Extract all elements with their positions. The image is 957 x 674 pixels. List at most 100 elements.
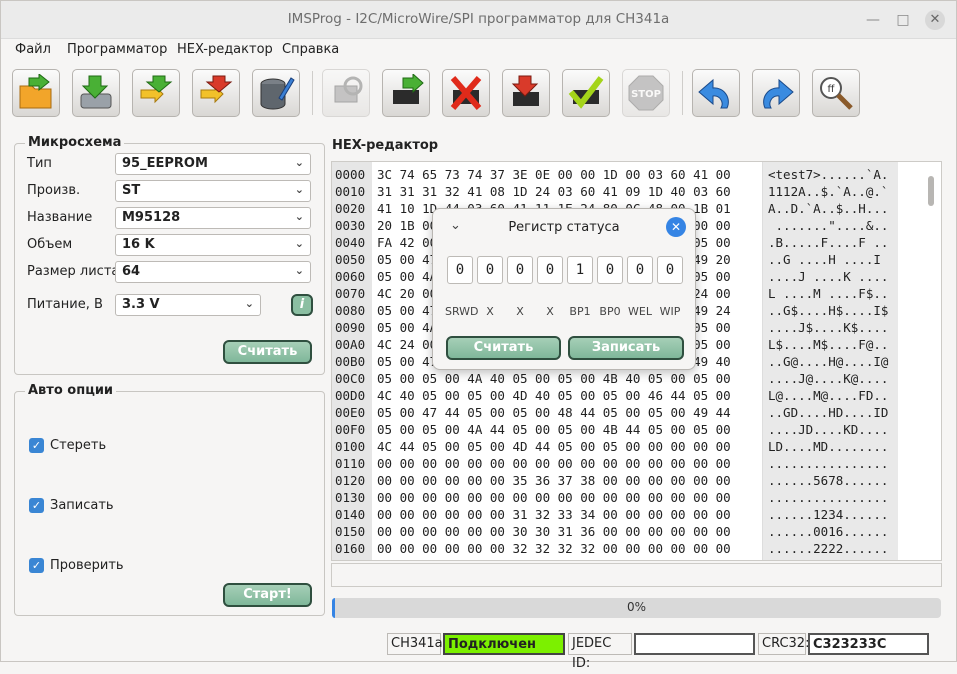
hex-bytes[interactable]: 00 00 00 00 00 00 00 00 00 00 00 00 00 0… [377, 456, 731, 471]
undo-icon[interactable] [692, 69, 740, 117]
hex-ascii[interactable]: ................ [768, 490, 888, 505]
hex-address[interactable]: 0080 [335, 303, 365, 318]
erase-checkbox[interactable]: ✓ [29, 438, 44, 453]
hex-ascii[interactable]: L@....M@....FD.. [768, 388, 888, 403]
menu-hex-editor[interactable]: HEX-редактор [177, 42, 273, 57]
import-icon[interactable] [132, 69, 180, 117]
hex-bytes[interactable]: 00 00 00 00 00 00 00 00 00 00 00 00 00 0… [377, 490, 731, 505]
chip-manufacturer-select[interactable]: ST ⌄ [115, 180, 311, 202]
hex-address[interactable]: 00E0 [335, 405, 365, 420]
menu-programmer[interactable]: Программатор [67, 42, 167, 57]
bit-field[interactable]: 0 [627, 256, 653, 284]
hex-address[interactable]: 0030 [335, 218, 365, 233]
hex-address[interactable]: 0040 [335, 235, 365, 250]
menu-file[interactable]: Файл [15, 42, 51, 57]
bit-field[interactable]: 0 [537, 256, 563, 284]
hex-ascii[interactable]: ......2222...... [768, 541, 888, 556]
bit-field[interactable]: 1 [567, 256, 593, 284]
bit-field[interactable]: 0 [477, 256, 503, 284]
hex-address[interactable]: 0160 [335, 541, 365, 556]
bit-field[interactable]: 0 [657, 256, 683, 284]
hex-bytes[interactable]: 00 00 00 00 00 00 30 30 31 36 00 00 00 0… [377, 524, 731, 539]
hex-address[interactable]: 00B0 [335, 354, 365, 369]
hex-bytes[interactable]: 3C 74 65 73 74 37 3E 0E 00 00 1D 00 03 6… [377, 167, 731, 182]
chip-read-button[interactable]: Считать [223, 340, 312, 364]
minimize-icon[interactable]: — [863, 10, 883, 30]
hex-address[interactable]: 0090 [335, 320, 365, 335]
hex-address[interactable]: 0050 [335, 252, 365, 267]
hex-address[interactable]: 0140 [335, 507, 365, 522]
hex-bytes[interactable]: 00 00 00 00 00 00 31 32 33 34 00 00 00 0… [377, 507, 731, 522]
hex-address[interactable]: 0120 [335, 473, 365, 488]
hex-address[interactable]: 0060 [335, 269, 365, 284]
power-select[interactable]: 3.3 V ⌄ [115, 294, 261, 316]
hex-bytes[interactable]: 4C 40 05 00 05 00 4D 40 05 00 05 00 46 4… [377, 388, 731, 403]
hex-ascii[interactable]: ......1234...... [768, 507, 888, 522]
hex-address[interactable]: 0000 [335, 167, 365, 182]
hex-address[interactable]: 00A0 [335, 337, 365, 352]
hex-ascii[interactable]: ......0016...... [768, 524, 888, 539]
hex-ascii[interactable]: 1112A..$.`A..@.` [768, 184, 888, 199]
hex-ascii[interactable]: ....J$....K$.... [768, 320, 888, 335]
stop-icon[interactable]: STOP [622, 69, 670, 117]
hex-address[interactable]: 0010 [335, 184, 365, 199]
hex-bytes[interactable]: 05 00 47 44 05 00 05 00 48 44 05 00 05 0… [377, 405, 731, 420]
close-icon[interactable]: ✕ [666, 217, 686, 237]
detect-chip-icon[interactable] [322, 69, 370, 117]
maximize-icon[interactable]: □ [893, 10, 913, 30]
hex-address[interactable]: 0110 [335, 456, 365, 471]
write-chip-icon[interactable] [502, 69, 550, 117]
hex-ascii[interactable]: L$....M$....F@.. [768, 337, 888, 352]
hex-ascii[interactable]: ......5678...... [768, 473, 888, 488]
hex-address[interactable]: 0130 [335, 490, 365, 505]
status-read-button[interactable]: Считать [446, 336, 561, 360]
hex-ascii[interactable]: ....J@....K@.... [768, 371, 888, 386]
hex-address[interactable]: 0100 [335, 439, 365, 454]
hex-ascii[interactable]: L ....M ....F$.. [768, 286, 888, 301]
open-file-icon[interactable] [12, 69, 60, 117]
close-icon[interactable]: ✕ [925, 10, 945, 30]
hex-bytes[interactable]: 05 00 05 00 4A 40 05 00 05 00 4B 40 05 0… [377, 371, 731, 386]
write-checkbox[interactable]: ✓ [29, 498, 44, 513]
hex-ascii[interactable]: ......."....&.. [768, 218, 889, 233]
hex-address[interactable]: 00D0 [335, 388, 365, 403]
info-button[interactable]: i [291, 294, 313, 316]
hex-address[interactable]: 0070 [335, 286, 365, 301]
bit-field[interactable]: 0 [597, 256, 623, 284]
hex-ascii[interactable]: ....JD....KD.... [768, 422, 888, 437]
chip-name-select[interactable]: M95128 ⌄ [115, 207, 311, 229]
hex-ascii[interactable]: ....J ....K .... [768, 269, 888, 284]
hex-address[interactable]: 0020 [335, 201, 365, 216]
hex-ascii[interactable]: .B.....F....F .. [768, 235, 888, 250]
hex-address[interactable]: 00C0 [335, 371, 365, 386]
hex-bytes[interactable]: 00 00 00 00 00 00 35 36 37 38 00 00 00 0… [377, 473, 731, 488]
hex-ascii[interactable]: ................ [768, 456, 888, 471]
hex-bytes[interactable]: 4C 44 05 00 05 00 4D 44 05 00 05 00 00 0… [377, 439, 731, 454]
hex-ascii[interactable]: ..G ....H ....I [768, 252, 888, 267]
read-chip-icon[interactable] [382, 69, 430, 117]
redo-icon[interactable] [752, 69, 800, 117]
chip-size-select[interactable]: 16 K ⌄ [115, 234, 311, 256]
hex-ascii[interactable]: ..G$....H$....I$ [768, 303, 888, 318]
verify-checkbox[interactable]: ✓ [29, 558, 44, 573]
hex-ascii[interactable]: <test7>......`A. [768, 167, 888, 182]
erase-chip-icon[interactable] [442, 69, 490, 117]
chip-type-select[interactable]: 95_EEPROM ⌄ [115, 153, 311, 175]
hex-ascii[interactable]: LD....MD........ [768, 439, 888, 454]
save-file-icon[interactable] [72, 69, 120, 117]
hex-ascii[interactable]: ..G@....H@....I@ [768, 354, 888, 369]
hex-ascii[interactable]: ..GD....HD....ID [768, 405, 888, 420]
bit-field[interactable]: 0 [507, 256, 533, 284]
hex-address[interactable]: 0150 [335, 524, 365, 539]
hex-bytes[interactable]: 05 00 05 00 4A 44 05 00 05 00 4B 44 05 0… [377, 422, 731, 437]
hex-ascii[interactable]: A..D.`A..$..H... [768, 201, 888, 216]
start-button[interactable]: Старт! [223, 583, 312, 607]
export-icon[interactable] [192, 69, 240, 117]
hex-bytes[interactable]: 00 00 00 00 00 00 32 32 32 32 00 00 00 0… [377, 541, 731, 556]
bit-field[interactable]: 0 [447, 256, 473, 284]
hex-bytes[interactable]: 31 31 31 32 41 08 1D 24 03 60 41 09 1D 4… [377, 184, 731, 199]
page-size-select[interactable]: 64 ⌄ [115, 261, 311, 283]
edit-icon[interactable] [252, 69, 300, 117]
hex-address[interactable]: 00F0 [335, 422, 365, 437]
hex-scrollbar[interactable] [928, 176, 934, 206]
